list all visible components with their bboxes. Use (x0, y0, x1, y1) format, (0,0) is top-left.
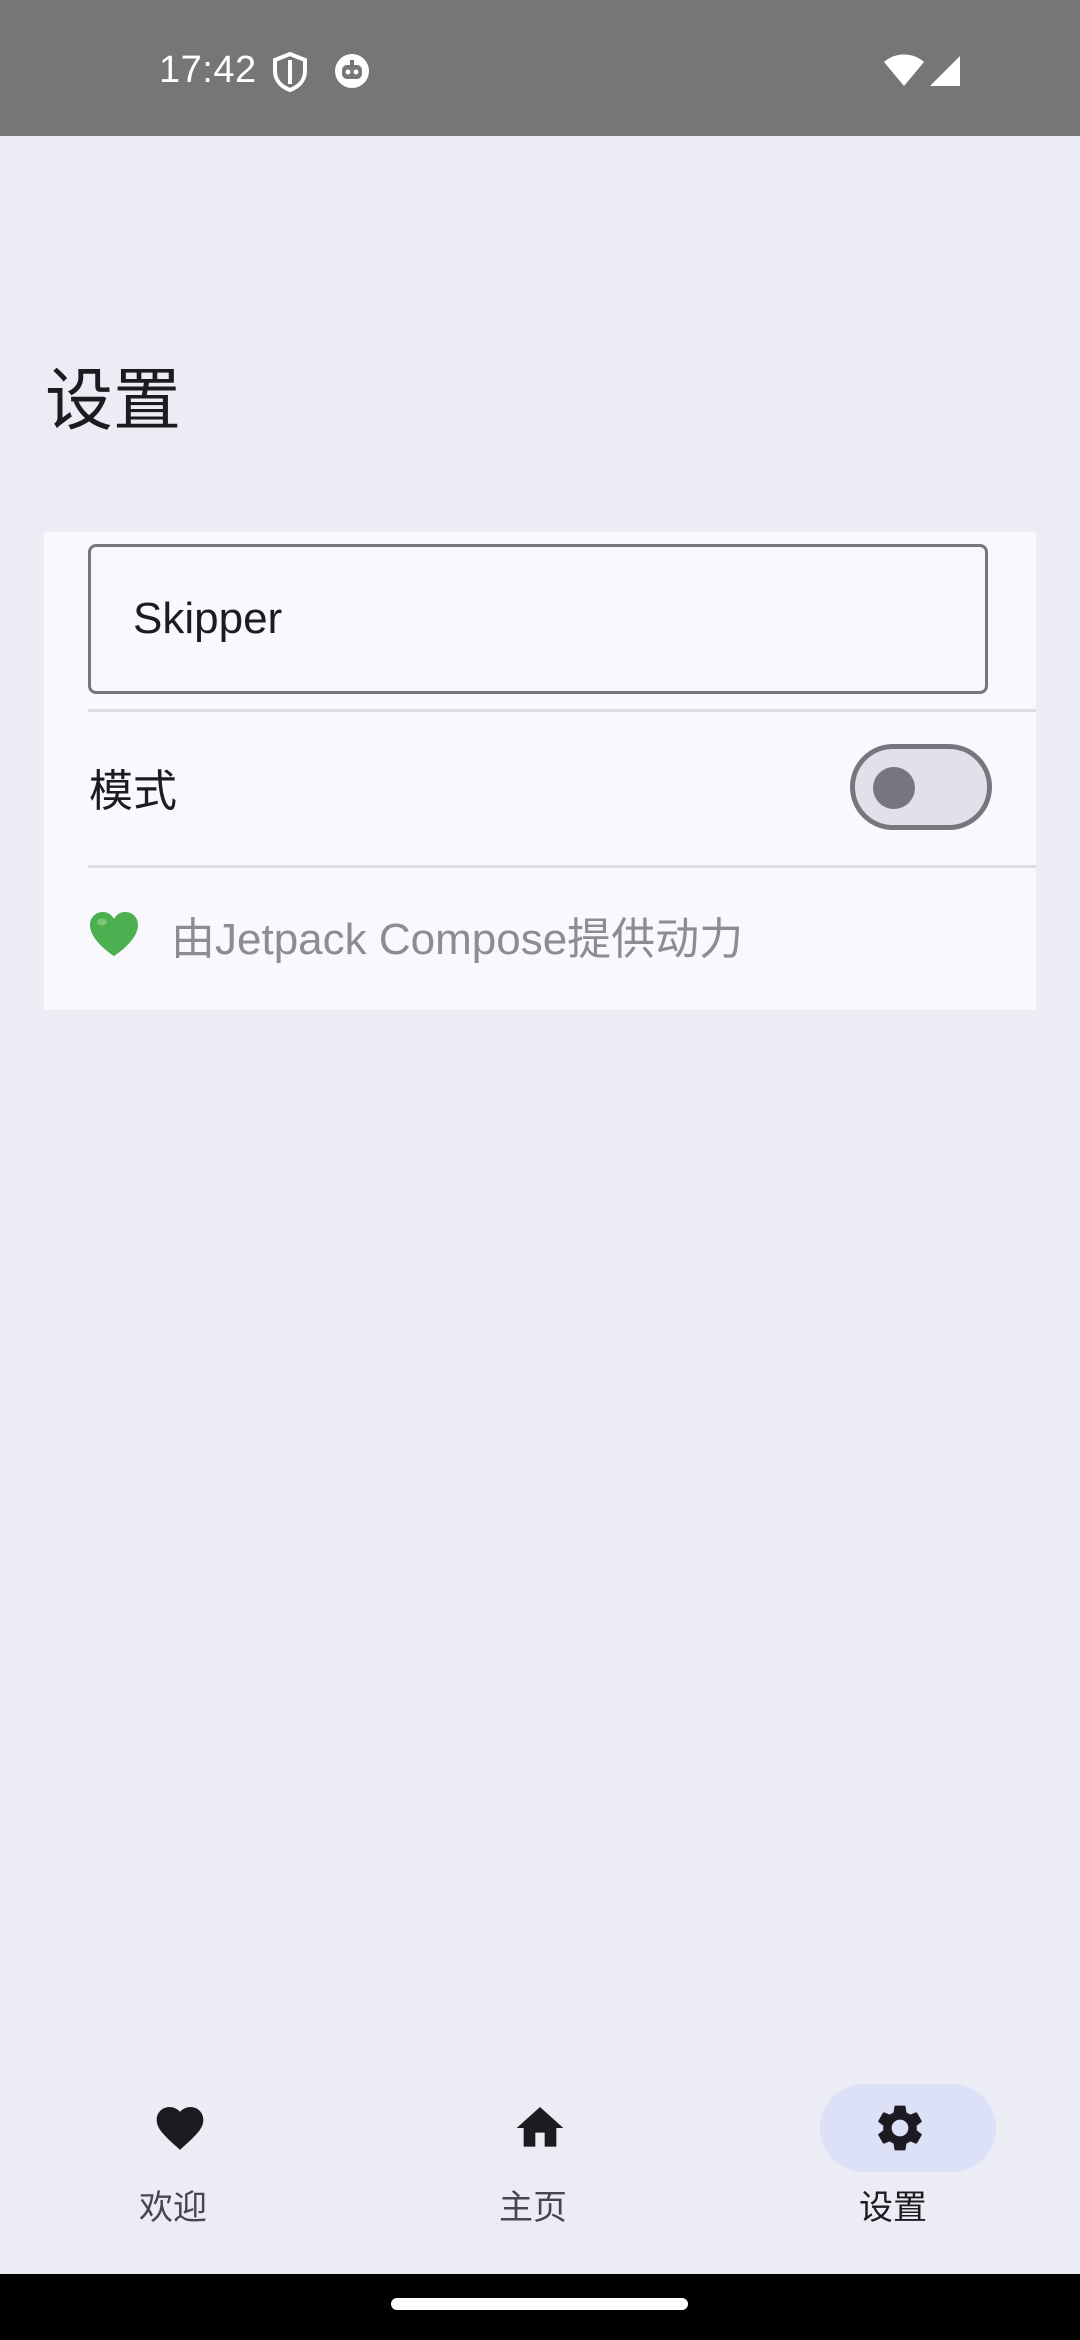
home-icon (516, 2107, 564, 2147)
nav-item-home[interactable]: 主页 (360, 2052, 720, 2274)
mode-label: 模式 (89, 767, 177, 816)
page-title: 设置 (45, 362, 182, 439)
nav-label-settings: 设置 (859, 2189, 927, 2227)
nav-item-welcome[interactable]: 欢迎 (0, 2052, 360, 2274)
name-input[interactable] (88, 544, 988, 694)
signal-icon (930, 56, 960, 86)
divider (88, 709, 1036, 712)
mode-toggle[interactable] (850, 744, 992, 830)
nav-item-settings[interactable]: 设置 (720, 2052, 1080, 2274)
bottom-navigation: 欢迎 主页 设置 (0, 2052, 1080, 2274)
powered-by-text: 由Jetpack Compose提供动力 (171, 915, 744, 964)
status-bar: 17:42 (0, 0, 1080, 136)
system-navigation-bar (0, 2274, 1080, 2340)
nav-label-home: 主页 (499, 2189, 567, 2227)
status-time: 17:42 (159, 49, 257, 91)
gear-icon (878, 2105, 922, 2151)
green-heart-icon (90, 912, 138, 956)
settings-card: 模式 由Jetpack Compose提供动力 (44, 532, 1036, 1010)
heart-icon (156, 2107, 204, 2150)
divider (88, 865, 1036, 868)
home-gesture-handle[interactable] (391, 2298, 688, 2310)
robot-icon (335, 54, 369, 88)
nav-label-welcome: 欢迎 (139, 2189, 207, 2227)
shield-icon (273, 52, 307, 92)
toggle-thumb (873, 767, 915, 809)
wifi-icon (884, 54, 924, 86)
